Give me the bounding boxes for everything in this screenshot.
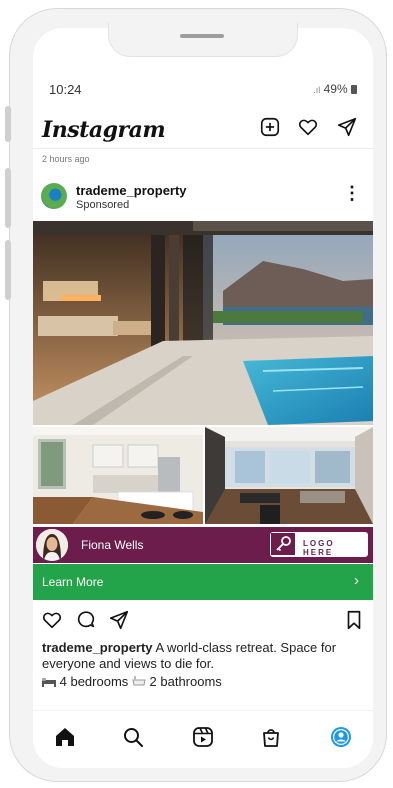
caption-username[interactable]: trademe_property — [42, 640, 153, 655]
shop-icon[interactable] — [259, 725, 283, 749]
chevron-right-icon: › — [354, 572, 359, 589]
phone-screen: 10:24 .ıl 49% Instagram 2 hours ago trad… — [33, 28, 373, 768]
post-actions — [33, 606, 373, 634]
brand-avatar[interactable] — [41, 183, 67, 209]
agent-banner[interactable]: Fiona Wells LOGO HERE — [33, 527, 373, 563]
app-logo[interactable]: Instagram — [42, 117, 166, 143]
bottom-nav — [33, 710, 373, 768]
heart-icon[interactable] — [297, 116, 319, 138]
sponsored-label: Sponsored — [76, 199, 130, 211]
key-icon — [271, 533, 295, 555]
search-icon[interactable] — [121, 725, 145, 749]
logo-placeholder-text: LOGO HERE — [303, 539, 335, 557]
bed-icon — [42, 678, 56, 687]
kitchen-photo — [33, 427, 203, 524]
plus-square-icon[interactable] — [259, 116, 281, 138]
more-options-icon[interactable]: ⋮ — [343, 183, 361, 204]
battery-level: 49% — [323, 82, 348, 96]
cta-label: Learn More — [42, 575, 104, 589]
phone-speaker — [180, 34, 224, 38]
home-icon[interactable] — [53, 725, 77, 749]
profile-icon[interactable] — [329, 725, 353, 749]
room-summary: 4 bedrooms 2 bathrooms — [42, 674, 222, 689]
post-caption: trademe_property A world-class retreat. … — [42, 640, 364, 672]
post-username[interactable]: trademe_property — [76, 183, 187, 198]
bathtub-icon — [132, 676, 146, 686]
side-button — [5, 168, 11, 228]
side-button — [5, 106, 11, 142]
agent-name: Fiona Wells — [81, 538, 144, 552]
send-icon[interactable] — [336, 116, 358, 138]
post-timestamp: 2 hours ago — [42, 154, 90, 164]
signal-icon: .ıl — [313, 85, 321, 95]
app-header: Instagram — [33, 104, 373, 149]
post-image-kitchen[interactable] — [33, 427, 203, 524]
status-time: 10:24 — [49, 82, 82, 97]
agent-portrait — [36, 529, 68, 561]
bedrooms-count: 4 bedrooms — [59, 674, 129, 689]
bookmark-icon[interactable] — [343, 609, 365, 631]
like-icon[interactable] — [41, 609, 63, 631]
status-right: .ıl 49% — [313, 82, 357, 96]
phone-notch — [108, 23, 298, 57]
side-button — [5, 240, 11, 300]
villa-pool-photo — [33, 221, 373, 425]
agency-logo-placeholder: LOGO HERE — [270, 532, 368, 557]
reels-icon[interactable] — [191, 725, 215, 749]
bathrooms-count: 2 bathrooms — [149, 674, 222, 689]
battery-icon — [351, 85, 357, 94]
post-header: trademe_property Sponsored ⋮ — [33, 178, 373, 218]
learn-more-button[interactable]: Learn More › — [33, 564, 373, 600]
post-image-main[interactable] — [33, 221, 373, 425]
post-image-living[interactable] — [205, 427, 373, 524]
living-room-photo — [205, 427, 373, 524]
share-icon[interactable] — [108, 609, 130, 631]
agent-avatar — [36, 529, 68, 561]
comment-icon[interactable] — [75, 609, 97, 631]
